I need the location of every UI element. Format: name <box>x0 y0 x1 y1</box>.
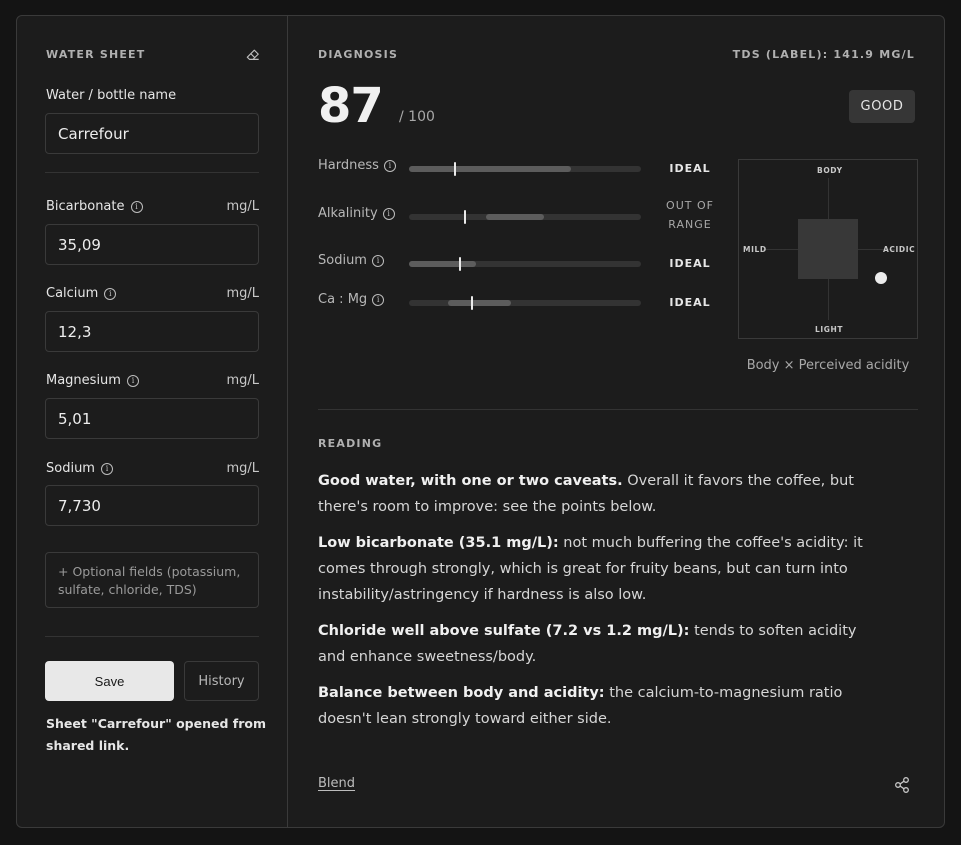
info-icon[interactable]: i <box>104 287 117 300</box>
metric-label: Alkalinity i <box>318 206 395 221</box>
metric-alkalinity: Alkalinity i OUT OF RANGE <box>318 199 713 231</box>
metric-marker <box>459 257 462 271</box>
main-panel: WATER SHEET Water / bottle name Carrefou… <box>16 15 945 828</box>
matrix-label-bottom: LIGHT <box>815 325 844 334</box>
reading-paragraph-lead: Chloride well above sulfate (7.2 vs 1.2 … <box>318 623 690 639</box>
divider <box>318 409 918 410</box>
matrix-caption: Body × Perceived acidity <box>746 358 910 373</box>
metric-label-text: Sodium <box>318 253 367 268</box>
score-value: 87 <box>318 78 384 134</box>
magnesium-label-text: Magnesium <box>46 373 121 388</box>
metric-status: IDEAL <box>669 296 711 309</box>
metric-marker <box>463 210 466 224</box>
metric-label-text: Ca : Mg <box>318 292 368 307</box>
calcium-input[interactable]: 12,3 <box>45 311 259 352</box>
reading-paragraph: Low bicarbonate (35.1 mg/L): not much bu… <box>318 530 878 608</box>
metric-range-fill <box>448 300 512 306</box>
metric-label: Hardness i <box>318 158 396 173</box>
metric-label-text: Alkalinity <box>318 206 378 221</box>
metric-sodium: Sodium i IDEAL <box>318 253 710 273</box>
info-icon[interactable]: i <box>100 462 113 475</box>
metric-label-text: Hardness <box>318 158 379 173</box>
metric-ca-mg: Ca : Mg i IDEAL <box>318 292 710 312</box>
metric-track <box>409 162 641 176</box>
info-icon[interactable]: i <box>382 207 395 220</box>
reading-title: READING <box>318 437 383 450</box>
reading-paragraph-lead: Low bicarbonate (35.1 mg/L): <box>318 535 559 551</box>
matrix-label-right: ACIDIC <box>883 245 916 254</box>
metric-range-fill <box>485 214 544 220</box>
magnesium-label: Magnesium i <box>46 373 139 388</box>
metric-track <box>409 210 641 224</box>
water-sheet-panel: WATER SHEET Water / bottle name Carrefou… <box>17 16 288 827</box>
metric-track <box>409 296 641 310</box>
info-icon[interactable]: i <box>126 374 139 387</box>
metric-range-fill <box>409 261 477 267</box>
calcium-label: Calcium i <box>46 286 117 301</box>
diagnosis-title: DIAGNOSIS <box>318 48 399 61</box>
matrix-label-left: MILD <box>743 245 767 254</box>
bicarbonate-unit: mg/L <box>226 199 259 214</box>
metric-status: IDEAL <box>669 162 711 175</box>
metric-label: Ca : Mg i <box>318 292 385 307</box>
info-icon[interactable]: i <box>130 200 143 213</box>
reading-paragraph: Balance between body and acidity: the ca… <box>318 680 878 732</box>
calcium-unit: mg/L <box>226 286 259 301</box>
metric-marker <box>470 296 473 310</box>
divider <box>45 636 259 637</box>
status-message: Sheet "Carrefour" opened from shared lin… <box>46 716 266 753</box>
metric-status: IDEAL <box>669 257 711 270</box>
diagnosis-panel: DIAGNOSIS TDS (LABEL): 141.9 MG/L 87 / 1… <box>289 16 944 827</box>
bicarbonate-label-text: Bicarbonate <box>46 199 125 214</box>
bottle-name-input[interactable]: Carrefour <box>45 113 259 154</box>
reading-paragraph-lead: Good water, with one or two caveats. <box>318 473 623 489</box>
magnesium-unit: mg/L <box>226 373 259 388</box>
bicarbonate-input[interactable]: 35,09 <box>45 224 259 265</box>
sodium-label-text: Sodium <box>46 461 95 476</box>
metric-label: Sodium i <box>318 253 384 268</box>
history-button[interactable]: History <box>184 661 259 701</box>
water-sheet-title: WATER SHEET <box>46 48 146 61</box>
sodium-input[interactable]: 7,730 <box>45 485 259 526</box>
reading-paragraph: Chloride well above sulfate (7.2 vs 1.2 … <box>318 618 878 670</box>
reading-paragraph: Good water, with one or two caveats. Ove… <box>318 468 878 520</box>
reading-body: Good water, with one or two caveats. Ove… <box>318 468 878 742</box>
save-button[interactable]: Save <box>45 661 174 701</box>
bicarbonate-label: Bicarbonate i <box>46 199 143 214</box>
share-icon[interactable] <box>893 776 911 794</box>
bottle-name-label: Water / bottle name <box>46 88 177 103</box>
info-icon[interactable]: i <box>371 254 384 267</box>
body-acidity-matrix: BODY LIGHT MILD ACIDIC <box>738 159 918 339</box>
sodium-unit: mg/L <box>226 461 259 476</box>
eraser-icon[interactable] <box>246 48 260 62</box>
reading-paragraph-lead: Balance between body and acidity: <box>318 685 605 701</box>
metric-track <box>409 257 641 271</box>
matrix-ideal-zone <box>798 219 858 279</box>
info-icon[interactable]: i <box>383 159 396 172</box>
tds-label: TDS (LABEL): 141.9 MG/L <box>732 48 915 61</box>
score-max: / 100 <box>399 109 435 125</box>
rating-badge: GOOD <box>849 90 915 123</box>
metric-range-fill <box>409 166 572 172</box>
matrix-position-dot <box>875 272 887 284</box>
magnesium-input[interactable]: 5,01 <box>45 398 259 439</box>
blend-link[interactable]: Blend <box>318 776 355 791</box>
sodium-label: Sodium i <box>46 461 113 476</box>
divider <box>45 172 259 173</box>
matrix-label-top: BODY <box>817 166 843 175</box>
optional-fields-toggle[interactable]: + Optional fields (potassium, sulfate, c… <box>45 552 259 608</box>
calcium-label-text: Calcium <box>46 286 99 301</box>
info-icon[interactable]: i <box>372 293 385 306</box>
metric-hardness: Hardness i IDEAL <box>318 158 710 178</box>
metric-status: OUT OF RANGE <box>666 199 714 231</box>
